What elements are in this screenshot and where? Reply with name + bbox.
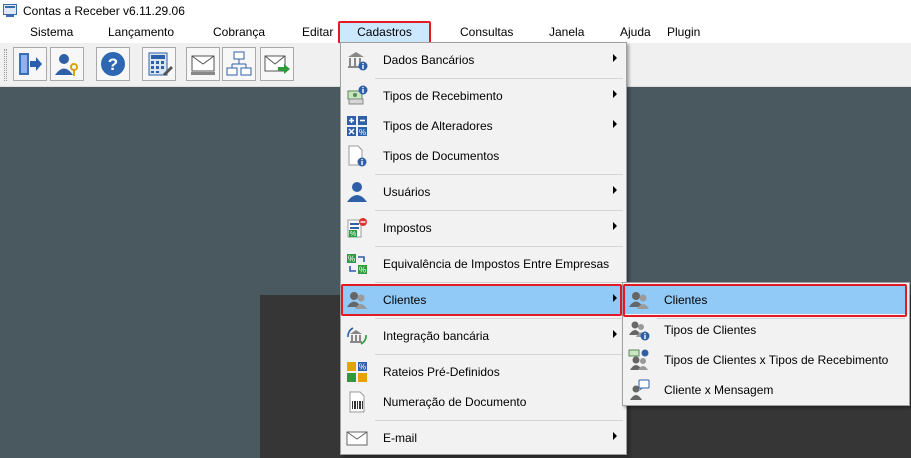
menu-item-label: Numeração de Documento xyxy=(383,395,527,409)
user-key-icon xyxy=(55,54,78,76)
submenu-item-label: Tipos de Clientes x Tipos de Recebimento xyxy=(664,353,889,367)
tax-icon: % xyxy=(347,218,367,238)
menu-sistema[interactable]: Sistema xyxy=(30,25,73,39)
network-icon xyxy=(226,51,252,76)
submenu-arrow-icon xyxy=(613,432,617,440)
menu-editar[interactable]: Editar xyxy=(302,25,333,39)
submenu-arrow-icon xyxy=(613,54,617,62)
menu-item-integracao-bancaria[interactable]: Integração bancária xyxy=(343,322,624,350)
submenu-arrow-icon xyxy=(613,330,617,338)
clients-money-icon xyxy=(628,349,649,370)
menu-item-label: Equivalência de Impostos Entre Empresas xyxy=(383,257,610,271)
mail-send-icon xyxy=(264,55,290,74)
window-title: Contas a Receber v6.11.29.06 xyxy=(23,4,185,18)
menu-separator xyxy=(375,174,623,175)
menu-separator xyxy=(375,318,623,319)
menu-separator xyxy=(375,78,623,79)
menu-lancamento[interactable]: Lançamento xyxy=(108,25,174,39)
submenu-item-tipos-de-clientes[interactable]: Tipos de Clientes xyxy=(625,316,907,344)
submenu-arrow-icon xyxy=(613,90,617,98)
calculator-icon xyxy=(148,52,173,76)
help-button[interactable]: ? xyxy=(96,47,130,81)
menu-item-equivalencia-de-impostos[interactable]: % % Equivalência de Impostos Entre Empre… xyxy=(343,250,624,278)
menu-separator xyxy=(375,420,623,421)
document-info-icon xyxy=(348,145,367,167)
help-icon: ? xyxy=(101,52,125,76)
submenu-item-label: Cliente x Mensagem xyxy=(664,383,774,397)
menu-item-tipos-de-alteradores[interactable]: % Tipos de Alteradores xyxy=(343,112,624,140)
submenu-item-cliente-x-mensagem[interactable]: Cliente x Mensagem xyxy=(625,376,907,404)
exit-icon xyxy=(19,53,42,75)
svg-text:%: % xyxy=(348,255,355,264)
bank-info-icon xyxy=(348,52,368,71)
apportionment-icon: % xyxy=(347,362,367,382)
clients-info-icon xyxy=(629,321,650,341)
menu-separator xyxy=(375,246,623,247)
menu-item-email[interactable]: E-mail xyxy=(343,424,624,452)
menu-item-label: Integração bancária xyxy=(383,329,490,343)
toolbar-grip[interactable] xyxy=(4,49,7,81)
app-window-icon xyxy=(3,4,17,17)
menu-item-impostos[interactable]: % Impostos xyxy=(343,214,624,242)
svg-text:%: % xyxy=(350,231,356,238)
menu-cobranca[interactable]: Cobrança xyxy=(213,25,265,39)
menu-item-label: Tipos de Recebimento xyxy=(383,89,503,103)
menu-item-label: Rateios Pré-Definidos xyxy=(383,365,500,379)
cadastros-annotation-box xyxy=(338,21,431,44)
menu-item-tipos-de-recebimento[interactable]: Tipos de Recebimento xyxy=(343,82,624,110)
bank-integration-icon xyxy=(347,327,367,345)
submenu-arrow-icon xyxy=(613,222,617,230)
tax-equivalence-icon: % % xyxy=(347,254,367,275)
menu-item-label: Tipos de Alteradores xyxy=(383,119,493,133)
menu-item-label: E-mail xyxy=(383,431,418,445)
mail-tray-icon xyxy=(191,55,215,75)
exit-button[interactable] xyxy=(13,47,47,81)
menu-item-label: Tipos de Documentos xyxy=(383,149,500,163)
user-icon xyxy=(347,182,367,202)
menu-item-label: Usuários xyxy=(383,185,431,199)
menu-plugin[interactable]: Plugin xyxy=(667,25,700,39)
calculator-ops-icon: % xyxy=(347,116,367,137)
client-message-icon xyxy=(630,379,650,400)
clientes-annotation-box xyxy=(341,284,622,316)
network-button[interactable] xyxy=(222,47,256,81)
barcode-document-icon xyxy=(349,391,365,413)
title-bar: Contas a Receber v6.11.29.06 xyxy=(0,0,911,22)
svg-text:%: % xyxy=(359,266,366,275)
submenu-arrow-icon xyxy=(613,120,617,128)
menu-separator xyxy=(375,282,623,283)
money-info-icon xyxy=(347,85,368,105)
menu-ajuda[interactable]: Ajuda xyxy=(620,25,651,39)
menu-janela[interactable]: Janela xyxy=(549,25,584,39)
menu-item-dados-bancarios[interactable]: Dados Bancários xyxy=(343,46,624,74)
mail-send-button[interactable] xyxy=(260,47,294,81)
svg-text:%: % xyxy=(359,363,366,372)
calculator-button[interactable] xyxy=(142,47,176,81)
menu-separator xyxy=(375,354,623,355)
mail-tray-button[interactable] xyxy=(186,47,220,81)
svg-text:?: ? xyxy=(108,55,118,74)
menu-item-label: Dados Bancários xyxy=(383,53,475,67)
submenu-clientes-annotation-box xyxy=(623,284,907,317)
menu-item-usuarios[interactable]: Usuários xyxy=(343,178,624,206)
menu-item-rateios-pre-definidos[interactable]: % Rateios Pré-Definidos xyxy=(343,358,624,386)
submenu-arrow-icon xyxy=(613,186,617,194)
submenu-item-label: Tipos de Clientes xyxy=(664,323,757,337)
menu-item-label: Impostos xyxy=(383,221,432,235)
menu-item-numeracao-de-documento[interactable]: Numeração de Documento xyxy=(343,388,624,416)
menu-consultas[interactable]: Consultas xyxy=(460,25,513,39)
menu-separator xyxy=(375,210,623,211)
submenu-item-tipos-de-clientes-x-tipos-de-recebimento[interactable]: Tipos de Clientes x Tipos de Recebimento xyxy=(625,346,907,374)
menu-bar: Sistema Lançamento Cobrança Editar Cadas… xyxy=(0,22,911,43)
cadastros-menu: Dados Bancários Tipos de Recebimento % T… xyxy=(340,42,627,455)
menu-item-tipos-de-documentos[interactable]: Tipos de Documentos xyxy=(343,142,624,170)
envelope-icon xyxy=(346,431,368,446)
user-key-button[interactable] xyxy=(50,47,84,81)
svg-text:%: % xyxy=(359,128,366,137)
